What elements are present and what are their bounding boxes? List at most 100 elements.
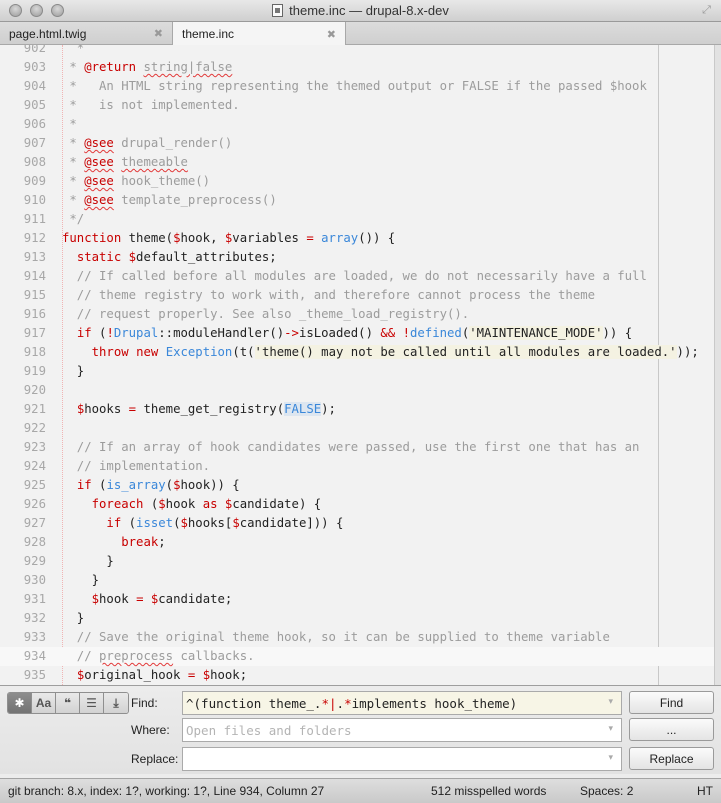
close-tab-icon[interactable]: ✖ xyxy=(327,28,336,41)
code-line[interactable]: 916 // request properly. See also _theme… xyxy=(0,305,714,324)
line-number[interactable]: 926 xyxy=(0,495,46,514)
close-tab-icon[interactable]: ✖ xyxy=(154,27,163,40)
zoom-window-button[interactable] xyxy=(51,4,64,17)
line-number[interactable]: 913 xyxy=(0,248,46,267)
code-token: ( xyxy=(91,326,107,340)
line-number[interactable]: 929 xyxy=(0,552,46,571)
code-text: // preprocess callbacks. xyxy=(46,647,255,666)
line-number[interactable]: 910 xyxy=(0,191,46,210)
line-number[interactable]: 934 xyxy=(0,647,46,666)
code-line[interactable]: 905 * is not implemented. xyxy=(0,96,714,115)
line-number[interactable]: 917 xyxy=(0,324,46,343)
close-window-button[interactable] xyxy=(9,4,22,17)
code-line[interactable]: 927 if (isset($hooks[$candidate])) { xyxy=(0,514,714,533)
case-sensitive-toggle[interactable]: Aa xyxy=(32,693,56,713)
whole-word-toggle[interactable]: ❝ xyxy=(56,693,80,713)
line-number[interactable]: 920 xyxy=(0,381,46,400)
line-number[interactable]: 914 xyxy=(0,267,46,286)
line-number[interactable]: 906 xyxy=(0,115,46,134)
code-line[interactable]: 915 // theme registry to work with, and … xyxy=(0,286,714,305)
code-line[interactable]: 911 */ xyxy=(0,210,714,229)
line-number[interactable]: 912 xyxy=(0,229,46,248)
code-line[interactable]: 925 if (is_array($hook)) { xyxy=(0,476,714,495)
line-number[interactable]: 911 xyxy=(0,210,46,229)
replace-button[interactable]: Replace xyxy=(629,747,714,770)
code-line[interactable]: 906 * xyxy=(0,115,714,134)
spelling-status[interactable]: 512 misspelled words xyxy=(431,784,546,798)
code-line[interactable]: 908 * @see themeable xyxy=(0,153,714,172)
syntax-status[interactable]: HT xyxy=(697,784,713,798)
code-line[interactable]: 910 * @see template_preprocess() xyxy=(0,191,714,210)
line-number[interactable]: 932 xyxy=(0,609,46,628)
find-input[interactable]: ^(function theme_.*|.*implements hook_th… xyxy=(182,691,622,715)
where-input[interactable]: Open files and folders ▾ xyxy=(182,718,622,742)
indentation-status[interactable]: Spaces: 2 xyxy=(580,784,633,798)
line-number[interactable]: 933 xyxy=(0,628,46,647)
fullscreen-icon[interactable]: ⤢ xyxy=(700,4,713,17)
line-number[interactable]: 902 xyxy=(0,45,46,58)
code-line[interactable]: 913 static $default_attributes; xyxy=(0,248,714,267)
code-token: ; xyxy=(158,535,166,549)
line-number[interactable]: 931 xyxy=(0,590,46,609)
code-line[interactable]: 931 $hook = $candidate; xyxy=(0,590,714,609)
show-context-toggle[interactable]: ☰ xyxy=(80,693,104,713)
line-number[interactable]: 909 xyxy=(0,172,46,191)
code-line[interactable]: 914 // If called before all modules are … xyxy=(0,267,714,286)
code-line[interactable]: 921 $hooks = theme_get_registry(FALSE); xyxy=(0,400,714,419)
code-line[interactable]: 922 xyxy=(0,419,714,438)
replace-history-chevron-icon[interactable]: ▾ xyxy=(608,753,613,763)
line-number[interactable]: 921 xyxy=(0,400,46,419)
tab-theme-inc[interactable]: theme.inc ✖ xyxy=(173,22,346,46)
code-line[interactable]: 934 // preprocess callbacks. xyxy=(0,647,714,666)
line-number[interactable]: 916 xyxy=(0,305,46,324)
code-line[interactable]: 932 } xyxy=(0,609,714,628)
find-button[interactable]: Find xyxy=(629,691,714,714)
line-number[interactable]: 924 xyxy=(0,457,46,476)
code-line[interactable]: 923 // If an array of hook candidates we… xyxy=(0,438,714,457)
code-line[interactable]: 930 } xyxy=(0,571,714,590)
where-history-chevron-icon[interactable]: ▾ xyxy=(608,724,613,734)
use-buffer-toggle[interactable]: ⤓ xyxy=(104,693,128,713)
minimize-window-button[interactable] xyxy=(30,4,43,17)
line-number[interactable]: 927 xyxy=(0,514,46,533)
line-number[interactable]: 908 xyxy=(0,153,46,172)
line-number[interactable]: 923 xyxy=(0,438,46,457)
line-number[interactable]: 928 xyxy=(0,533,46,552)
line-number[interactable]: 905 xyxy=(0,96,46,115)
line-number[interactable]: 935 xyxy=(0,666,46,685)
line-number[interactable]: 919 xyxy=(0,362,46,381)
code-text: // request properly. See also _theme_loa… xyxy=(46,305,469,324)
code-line[interactable]: 926 foreach ($hook as $candidate) { xyxy=(0,495,714,514)
code-line[interactable]: 918 throw new Exception(t('theme() may n… xyxy=(0,343,714,362)
line-number[interactable]: 903 xyxy=(0,58,46,77)
replace-input[interactable]: ▾ xyxy=(182,747,622,771)
code-line[interactable]: 933 // Save the original theme hook, so … xyxy=(0,628,714,647)
line-number[interactable]: 907 xyxy=(0,134,46,153)
line-number[interactable]: 915 xyxy=(0,286,46,305)
line-number[interactable]: 925 xyxy=(0,476,46,495)
code-line[interactable]: 904 * An HTML string representing the th… xyxy=(0,77,714,96)
code-line[interactable]: 929 } xyxy=(0,552,714,571)
where-options-button[interactable]: ... xyxy=(629,718,714,741)
code-line[interactable]: 920 xyxy=(0,381,714,400)
code-line[interactable]: 924 // implementation. xyxy=(0,457,714,476)
tab-page-html-twig[interactable]: page.html.twig ✖ xyxy=(0,22,173,45)
vertical-scrollbar[interactable] xyxy=(714,45,721,685)
line-number[interactable]: 918 xyxy=(0,343,46,362)
code-line[interactable]: 907 * @see drupal_render() xyxy=(0,134,714,153)
find-history-chevron-icon[interactable]: ▾ xyxy=(608,697,613,707)
regex-toggle[interactable]: ✱ xyxy=(8,693,32,713)
code-line[interactable]: 919 } xyxy=(0,362,714,381)
code-line[interactable]: 909 * @see hook_theme() xyxy=(0,172,714,191)
code-editor[interactable]: 902 * 903 * @return string|false 904 * An … xyxy=(0,45,714,685)
code-line[interactable]: 912 function theme($hook, $variables = ar… xyxy=(0,229,714,248)
line-number[interactable]: 930 xyxy=(0,571,46,590)
code-line[interactable]: 902 * xyxy=(0,45,714,58)
code-line[interactable]: 935 $original_hook = $hook; xyxy=(0,666,714,685)
code-line[interactable]: 928 break; xyxy=(0,533,714,552)
code-line[interactable]: 903 * @return string|false xyxy=(0,58,714,77)
code-line[interactable]: 917 if (!Drupal::moduleHandler()->isLoad… xyxy=(0,324,714,343)
line-number[interactable]: 922 xyxy=(0,419,46,438)
line-number[interactable]: 904 xyxy=(0,77,46,96)
